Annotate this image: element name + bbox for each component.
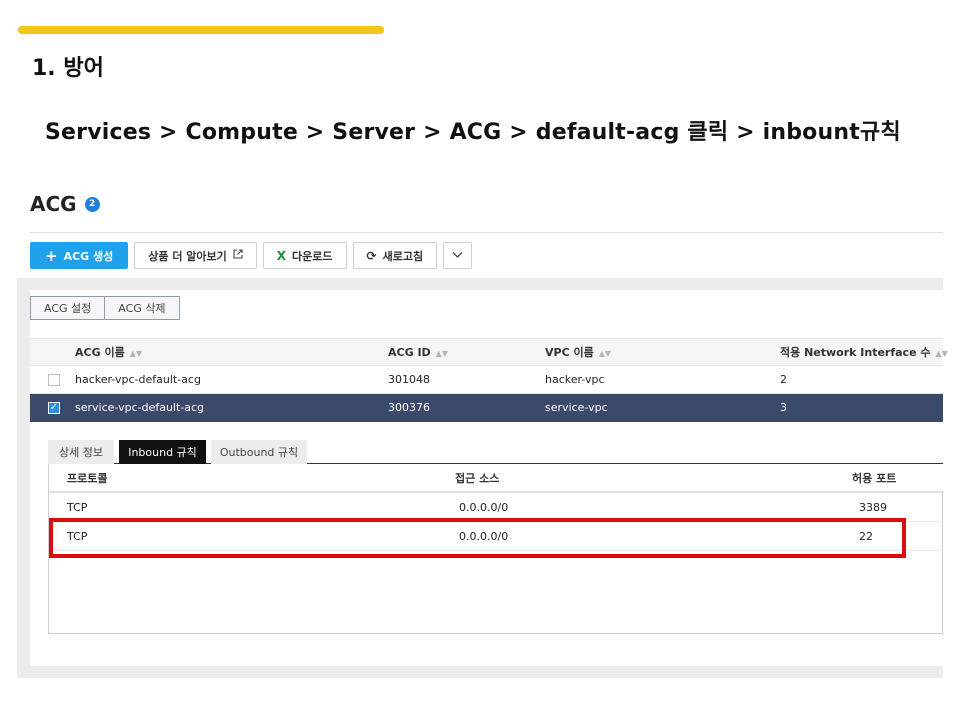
acg-id-cell: 300376	[388, 401, 430, 414]
chevron-down-icon	[452, 249, 463, 262]
acg-action-bar: ACG 설정 ACG 삭제	[30, 296, 180, 320]
more-options-button[interactable]	[443, 242, 473, 269]
column-header-port: 허용 포트	[852, 472, 897, 485]
page-title: ACG	[30, 192, 77, 216]
plus-icon: +	[45, 246, 58, 265]
detail-tab-bar: 상세 정보 Inbound 규칙 Outbound 규칙	[48, 439, 943, 464]
column-header-protocol: 프로토콜	[67, 472, 108, 485]
create-acg-button[interactable]: + ACG 생성	[30, 242, 129, 269]
refresh-label: 새로고침	[382, 249, 424, 263]
vpc-name-cell: service-vpc	[545, 401, 608, 414]
nic-count-cell: 2	[780, 373, 787, 386]
tab-outbound-rules[interactable]: Outbound 규칙	[211, 440, 307, 464]
navigation-path-text: Services > Compute > Server > ACG > defa…	[45, 120, 901, 145]
refresh-button[interactable]: ⟳ 새로고침	[352, 242, 438, 269]
sort-icon: ▲▼	[129, 349, 142, 358]
excel-icon: X	[276, 248, 287, 263]
sort-icon: ▲▼	[598, 349, 612, 358]
acg-settings-button[interactable]: ACG 설정	[30, 296, 106, 320]
header-divider	[30, 232, 943, 233]
highlight-annotation-box	[49, 518, 906, 558]
column-header-source: 접근 소스	[455, 472, 500, 485]
external-link-icon	[233, 249, 243, 262]
tab-inbound-rules[interactable]: Inbound 규칙	[119, 440, 206, 464]
download-button[interactable]: X 다운로드	[262, 242, 347, 269]
learn-more-label: 상품 더 알아보기	[148, 249, 227, 263]
nic-count-cell: 3	[780, 401, 787, 414]
rules-table-header: 프로토콜 접근 소스 허용 포트	[49, 464, 944, 493]
learn-more-button[interactable]: 상품 더 알아보기	[134, 242, 257, 269]
table-row-selected[interactable]: ✓ service-vpc-default-acg 300376 service…	[30, 394, 943, 422]
refresh-icon: ⟳	[366, 248, 377, 263]
sort-icon: ▲▼	[435, 349, 448, 358]
tab-details[interactable]: 상세 정보	[48, 440, 114, 464]
acg-table-header: ACG 이름 ▲▼ ACG ID ▲▼ VPC 이름 ▲▼ 적용 Network In…	[30, 338, 948, 367]
acg-table: ACG 이름 ▲▼ ACG ID ▲▼ VPC 이름 ▲▼ 적용 Network In…	[30, 338, 948, 422]
download-label: 다운로드	[292, 249, 333, 263]
acg-name-cell: hacker-vpc-default-acg	[75, 373, 201, 386]
column-header-vpc[interactable]: VPC 이름 ▲▼	[545, 339, 611, 367]
acg-delete-button[interactable]: ACG 삭제	[104, 296, 180, 320]
create-acg-label: ACG 생성	[63, 249, 114, 263]
row-checkbox[interactable]	[48, 374, 60, 386]
column-header-id[interactable]: ACG ID ▲▼	[388, 339, 448, 367]
main-toolbar: + ACG 생성 상품 더 알아보기 X 다운로드 ⟳ 새로고침	[30, 242, 473, 269]
count-badge: 2	[84, 196, 100, 212]
row-checkbox-checked[interactable]: ✓	[48, 402, 60, 414]
vpc-name-cell: hacker-vpc	[545, 373, 605, 386]
column-header-nic-count[interactable]: 적용 Network Interface 수 ▲▼	[780, 339, 948, 367]
page-heading: ACG 2	[30, 192, 100, 216]
section-title: 1. 방어	[32, 56, 104, 81]
sort-icon: ▲▼	[935, 349, 948, 358]
accent-bar	[18, 26, 384, 34]
column-header-name[interactable]: ACG 이름 ▲▼	[75, 339, 142, 367]
table-row[interactable]: hacker-vpc-default-acg 301048 hacker-vpc…	[30, 366, 943, 394]
acg-name-cell: service-vpc-default-acg	[75, 401, 205, 414]
acg-id-cell: 301048	[388, 373, 430, 386]
